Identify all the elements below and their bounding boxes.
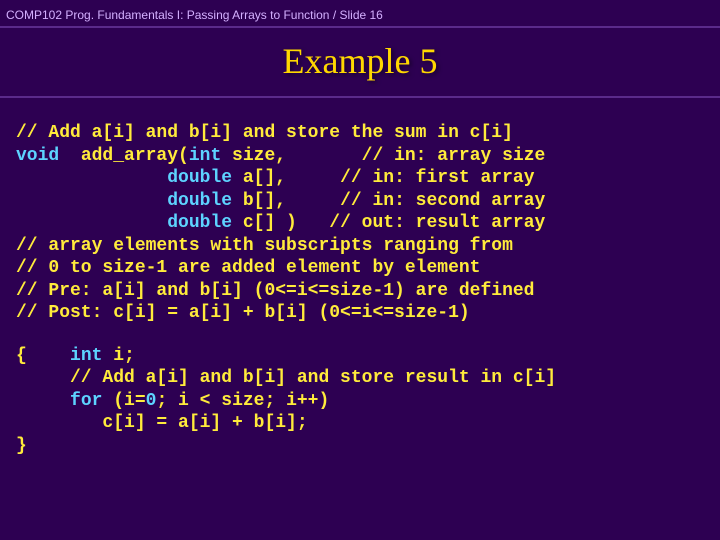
code-text: b[], // in: second array <box>232 191 545 211</box>
code-text: size, // in: array size <box>221 146 545 166</box>
code-line: } <box>16 436 27 456</box>
slide-header: COMP102 Prog. Fundamentals I: Passing Ar… <box>0 0 720 26</box>
code-line: // array elements with subscripts rangin… <box>16 236 513 256</box>
code-line: // Add a[i] and b[i] and store the sum i… <box>16 123 513 143</box>
code-line: // Pre: a[i] and b[i] (0<=i<=size-1) are… <box>16 281 534 301</box>
code-text: ; i < size; i++) <box>156 391 329 411</box>
code-line: // Post: c[i] = a[i] + b[i] (0<=i<=size-… <box>16 303 470 323</box>
keyword-double: double <box>167 191 232 211</box>
code-text: i; <box>102 346 134 366</box>
code-line: // Add a[i] and b[i] and store result in… <box>16 368 556 388</box>
blank-line <box>16 325 704 345</box>
keyword-void: void <box>16 146 59 166</box>
slide-title: Example 5 <box>0 40 720 82</box>
keyword-int: int <box>70 346 102 366</box>
title-bar: Example 5 <box>0 26 720 98</box>
keyword-double: double <box>167 213 232 233</box>
code-text: c[] ) // out: result array <box>232 213 545 233</box>
code-text: (i= <box>102 391 145 411</box>
code-indent <box>16 391 70 411</box>
code-indent <box>16 191 167 211</box>
code-indent <box>16 213 167 233</box>
keyword-double: double <box>167 168 232 188</box>
keyword-int: int <box>189 146 221 166</box>
keyword-for: for <box>70 391 102 411</box>
code-line: // 0 to size-1 are added element by elem… <box>16 258 480 278</box>
code-text: { <box>16 346 70 366</box>
code-line: c[i] = a[i] + b[i]; <box>16 413 308 433</box>
code-block: // Add a[i] and b[i] and store the sum i… <box>0 122 720 457</box>
code-text: a[], // in: first array <box>232 168 534 188</box>
code-text: add_array( <box>59 146 189 166</box>
code-indent <box>16 168 167 188</box>
number-literal: 0 <box>146 391 157 411</box>
